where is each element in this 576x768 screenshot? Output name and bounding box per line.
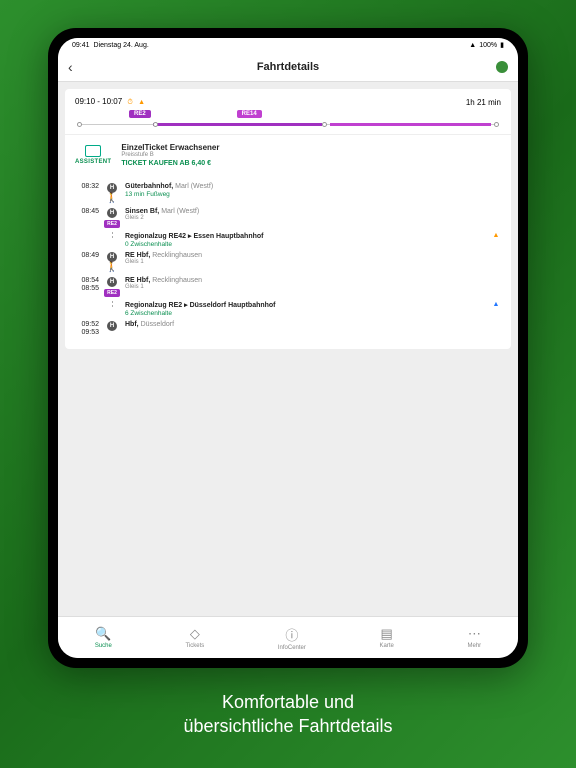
nav-label: InfoCenter bbox=[278, 645, 306, 651]
journey-text: Regionalzug RE2 ▸ Düsseldorf Hauptbahnho… bbox=[125, 301, 485, 317]
line-badge-2: RE14 bbox=[237, 110, 262, 118]
tablet-frame: 09:41 Dienstag 24. Aug. ▲ 100% ▮ ‹ Fahrt… bbox=[48, 28, 528, 668]
duration: 1h 21 min bbox=[466, 98, 501, 107]
walk-icon: 🚶 bbox=[106, 262, 118, 273]
journey-node-icon bbox=[105, 232, 119, 240]
warning-icon: ▲ bbox=[138, 99, 145, 106]
caption-line1: Komfortable und bbox=[183, 690, 392, 714]
more-icon: ⋯ bbox=[468, 626, 481, 642]
journey-text: Sinsen Bf, Marl (Westf)Gleis 2 bbox=[125, 208, 485, 221]
header: ‹ Fahrtdetails bbox=[58, 52, 518, 82]
journey-node-icon: H bbox=[105, 321, 119, 331]
battery-icon: ▮ bbox=[500, 41, 504, 49]
buy-ticket-button[interactable]: TICKET KAUFEN AB 6,40 € bbox=[121, 160, 501, 167]
alert-icon: ▲ bbox=[491, 301, 501, 308]
journey-list: 08:32H🚶Güterbahnhof, Marl (Westf)13 min … bbox=[65, 175, 511, 349]
user-avatar-icon[interactable] bbox=[496, 61, 508, 73]
assistant-label: ASSISTENT bbox=[75, 159, 111, 165]
haltestelle-icon: H bbox=[107, 208, 117, 218]
journey-row: 08:45 H RE2 Sinsen Bf, Marl (Westf)Gleis 2 bbox=[75, 206, 501, 230]
bottom-nav: 🔍 Suche ◇ Tickets ⓘ InfoCenter ▤ Karte ⋯… bbox=[58, 616, 518, 658]
marketing-caption: Komfortable und übersichtliche Fahrtdeta… bbox=[183, 690, 392, 739]
nav-label: Karte bbox=[380, 643, 394, 649]
info-icon: ⓘ bbox=[285, 625, 298, 644]
ticket-icon bbox=[85, 145, 101, 157]
journey-row: 08:5408:55 H RE2 RE Hbf, RecklinghausenGlei… bbox=[75, 275, 501, 299]
nav-label: Tickets bbox=[185, 643, 204, 649]
nav-mehr[interactable]: ⋯ Mehr bbox=[467, 626, 481, 649]
journey-text: Regionalzug RE42 ▸ Essen Hauptbahnhof0 Z… bbox=[125, 232, 485, 248]
journey-time: 09:5209:53 bbox=[75, 321, 99, 337]
nav-karte[interactable]: ▤ Karte bbox=[380, 626, 394, 649]
nav-infocenter[interactable]: ⓘ InfoCenter bbox=[278, 625, 306, 651]
journey-node-icon: H🚶 bbox=[105, 252, 119, 273]
journey-time: 08:32 bbox=[75, 183, 99, 191]
summary-section: 09:10 - 10:07 ⏱ ▲ 1h 21 min RE2 RE14 bbox=[65, 89, 511, 134]
haltestelle-icon: H bbox=[107, 321, 117, 331]
trip-progress bbox=[77, 122, 499, 128]
haltestelle-icon: H bbox=[107, 183, 117, 193]
journey-node-icon: H🚶 bbox=[105, 183, 119, 204]
assistant-button[interactable]: ASSISTENT bbox=[75, 145, 111, 165]
search-icon: 🔍 bbox=[95, 626, 111, 642]
journey-row: 08:49 H🚶 RE Hbf, RecklinghausenGleis 1 bbox=[75, 250, 501, 275]
journey-row: Regionalzug RE42 ▸ Essen Hauptbahnhof0 Z… bbox=[75, 230, 501, 250]
journey-text: RE Hbf, RecklinghausenGleis 1 bbox=[125, 277, 485, 290]
haltestelle-icon: H bbox=[107, 277, 117, 287]
line-badge-1: RE2 bbox=[129, 110, 151, 118]
ticket-pricelevel: Preisstufe B bbox=[121, 152, 501, 158]
caption-line2: übersichtliche Fahrtdetails bbox=[183, 714, 392, 738]
details-card: 09:10 - 10:07 ⏱ ▲ 1h 21 min RE2 RE14 bbox=[65, 89, 511, 349]
journey-text: RE Hbf, RecklinghausenGleis 1 bbox=[125, 252, 485, 265]
journey-node-icon: H RE2 bbox=[105, 208, 119, 228]
ticket-section: ASSISTENT EinzelTicket Erwachsener Preis… bbox=[65, 134, 511, 175]
journey-time: 08:45 bbox=[75, 208, 99, 216]
wifi-icon: ▲ bbox=[469, 42, 476, 49]
time-range: 09:10 - 10:07 bbox=[75, 97, 122, 106]
journey-node-icon bbox=[105, 301, 119, 309]
journey-text: Güterbahnhof, Marl (Westf)13 min Fußweg bbox=[125, 183, 485, 198]
status-bar: 09:41 Dienstag 24. Aug. ▲ 100% ▮ bbox=[58, 38, 518, 52]
line-badge: RE2 bbox=[104, 289, 120, 297]
statusbar-time: 09:41 bbox=[72, 42, 90, 49]
alert-icon: ▲ bbox=[491, 232, 501, 239]
nav-label: Suche bbox=[95, 643, 112, 649]
ticket-icon: ◇ bbox=[190, 626, 200, 642]
battery-label: 100% bbox=[479, 42, 497, 49]
line-badge: RE2 bbox=[104, 220, 120, 228]
content: 09:10 - 10:07 ⏱ ▲ 1h 21 min RE2 RE14 bbox=[58, 82, 518, 616]
haltestelle-icon: H bbox=[107, 252, 117, 262]
journey-text: Hbf, Düsseldorf bbox=[125, 321, 485, 328]
ticket-title: EinzelTicket Erwachsener bbox=[121, 143, 501, 152]
clock-icon: ⏱ bbox=[127, 99, 132, 106]
statusbar-date: Dienstag 24. Aug. bbox=[94, 42, 149, 49]
map-icon: ▤ bbox=[381, 626, 393, 642]
journey-row: 09:5209:53 H Hbf, Düsseldorf bbox=[75, 319, 501, 339]
screen: 09:41 Dienstag 24. Aug. ▲ 100% ▮ ‹ Fahrt… bbox=[58, 38, 518, 658]
nav-suche[interactable]: 🔍 Suche bbox=[95, 626, 112, 649]
page-title: Fahrtdetails bbox=[257, 61, 319, 73]
journey-row: 08:32 H🚶 Güterbahnhof, Marl (Westf)13 min … bbox=[75, 181, 501, 206]
journey-row: Regionalzug RE2 ▸ Düsseldorf Hauptbahnho… bbox=[75, 299, 501, 319]
back-button[interactable]: ‹ bbox=[68, 59, 73, 75]
walk-icon: 🚶 bbox=[106, 193, 118, 204]
nav-tickets[interactable]: ◇ Tickets bbox=[185, 626, 204, 649]
journey-node-icon: H RE2 bbox=[105, 277, 119, 297]
journey-time: 08:49 bbox=[75, 252, 99, 260]
journey-time: 08:5408:55 bbox=[75, 277, 99, 293]
nav-label: Mehr bbox=[467, 643, 481, 649]
